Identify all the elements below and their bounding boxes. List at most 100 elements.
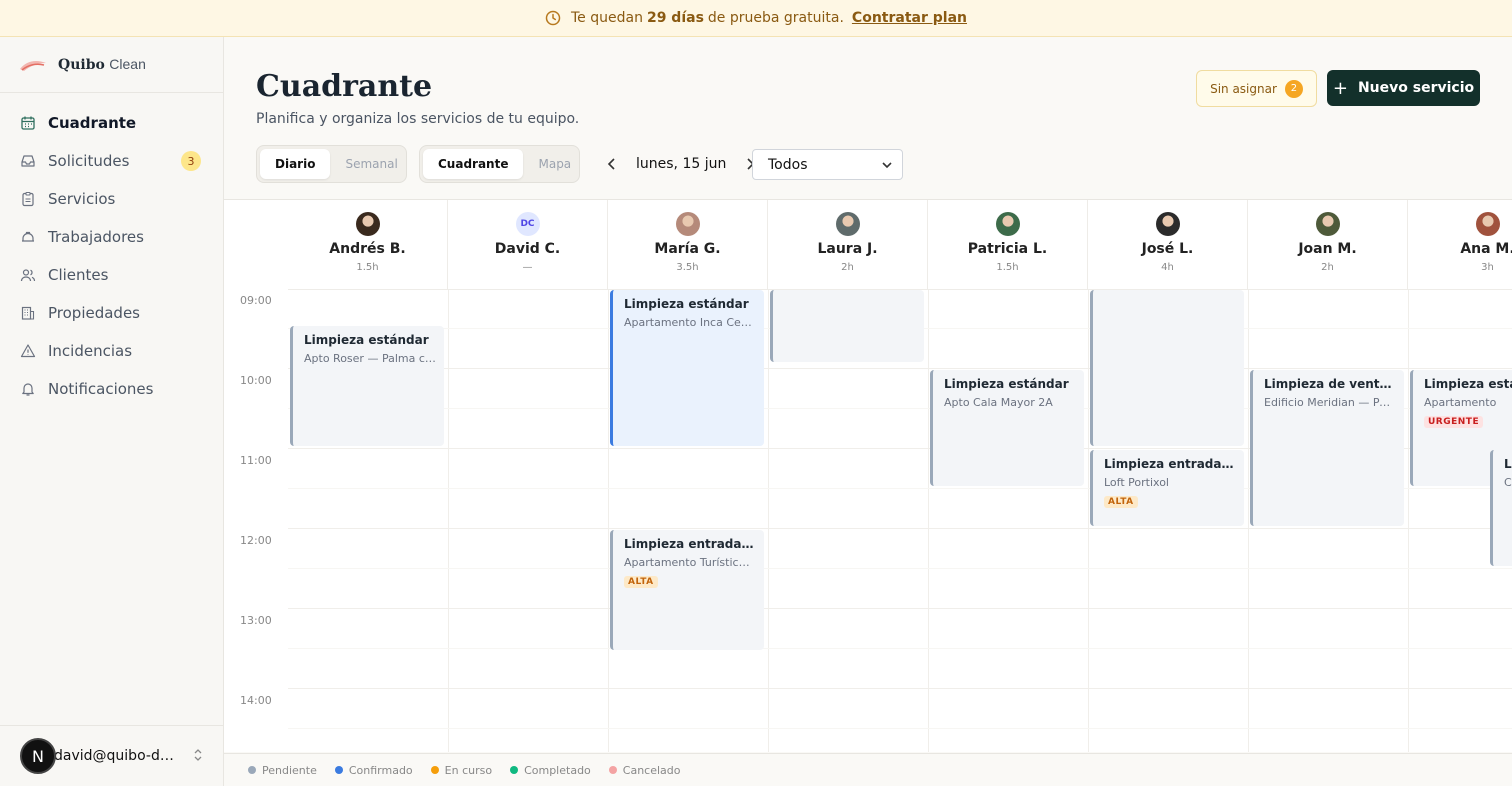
service-event-card[interactable]: Limpieza estándar Apto Roser — Palma cent… [290, 326, 444, 446]
service-event-card[interactable]: Limpieza estándar Apto Cala Mayor 2A [930, 370, 1084, 486]
tab-cuadrante[interactable]: Cuadrante [423, 149, 524, 179]
service-event-card[interactable]: Limpieza estándar Apartamento Inca Centro [610, 290, 764, 446]
building-icon [20, 305, 36, 321]
status-filter-value: Todos [768, 156, 808, 173]
worker-name: José L. [1141, 241, 1194, 257]
sidebar-item-incidencias[interactable]: Incidencias [0, 332, 223, 370]
worker-column-header[interactable]: Laura J. 2h [768, 200, 928, 290]
worker-column-header[interactable]: Ana M. 3h [1408, 200, 1512, 290]
event-title: Limpieza [1504, 457, 1512, 471]
banner-text-post: de prueba gratuita. [707, 10, 844, 26]
worker-column-header[interactable]: Andrés B. 1.5h [288, 200, 448, 290]
sidebar-item-solicitudes[interactable]: Solicitudes 3 [0, 142, 223, 180]
avatar [835, 212, 860, 236]
service-event-card[interactable]: Limpieza entrada/salida Apartamento Turís… [610, 530, 764, 650]
schedule-grid: Andrés B. 1.5h DC David C. — María G. 3.5h Laur… [224, 199, 1512, 752]
new-service-button[interactable]: + Nuevo servicio [1327, 70, 1480, 106]
chevron-left-icon[interactable] [600, 152, 624, 176]
event-location: Loft Portixol [1104, 476, 1169, 489]
legend-label: Pendiente [262, 763, 317, 777]
event-title: Limpieza entrada/salida [624, 537, 756, 551]
page-subtitle: Planifica y organiza los servicios de tu… [256, 111, 580, 127]
trial-banner: Te quedan 29 días de prueba gratuita. Co… [0, 0, 1512, 37]
event-location: Apartamento Inca Centro [624, 316, 756, 329]
hardhat-icon [20, 229, 36, 245]
unassigned-button[interactable]: Sin asignar 2 [1196, 70, 1317, 107]
event-title: Limpieza de ventanas [1264, 377, 1396, 391]
avatar [1475, 212, 1500, 236]
avatar [1155, 212, 1180, 236]
user-menu[interactable]: N david@quibo-demo [0, 725, 223, 786]
worker-name: David C. [494, 241, 561, 257]
unassigned-label: Sin asignar [1210, 81, 1277, 96]
avatar [355, 212, 380, 236]
status-filter-select[interactable]: Todos [752, 149, 903, 180]
legend-item: En curso [430, 763, 493, 777]
worker-column-header[interactable]: DC David C. — [448, 200, 608, 290]
status-dot-icon [430, 766, 439, 774]
user-email: david@quibo-demo [54, 748, 179, 764]
status-legend: Pendiente Confirmado En curso Completado Can… [224, 753, 1512, 786]
worker-name: Joan M. [1298, 241, 1357, 257]
sidebar-item-trabajadores[interactable]: Trabajadores [0, 218, 223, 256]
hour-label: 11:00 [240, 454, 272, 467]
sidebar-item-label: Trabajadores [48, 228, 144, 246]
worker-hours: 2h [841, 262, 854, 273]
chevron-updown-icon[interactable] [193, 748, 203, 764]
legend-item: Cancelado [608, 764, 681, 777]
service-event-card[interactable]: Limpieza entrada/salida Loft Portixol ALTA [1090, 450, 1244, 526]
worker-hours: 1.5h [356, 262, 379, 273]
hour-label: 09:00 [240, 294, 272, 307]
sidebar-item-label: Notificaciones [48, 380, 154, 398]
event-location: Edificio Meridian — Portals [1264, 396, 1396, 409]
banner-days: 29 días [646, 10, 704, 26]
worker-name: Andrés B. [329, 241, 406, 257]
sidebar-item-notificaciones[interactable]: Notificaciones [0, 370, 223, 408]
hour-gridline [288, 528, 1512, 529]
worker-column-header[interactable]: Patricia L. 1.5h [928, 200, 1088, 290]
chevron-down-icon [882, 162, 892, 169]
worker-column-header[interactable]: Joan M. 2h [1248, 200, 1408, 290]
sidebar-item-servicios[interactable]: Servicios [0, 180, 223, 218]
status-dot-icon [510, 766, 519, 774]
upgrade-plan-link[interactable]: Contratar plan [852, 10, 967, 26]
worker-column-header[interactable]: María G. 3.5h [608, 200, 768, 290]
event-title: Limpieza estándar [1424, 377, 1512, 391]
clipboard-icon [20, 191, 36, 207]
sidebar-item-cuadrante[interactable]: Cuadrante [0, 104, 223, 142]
worker-hours: 2h [1321, 262, 1334, 273]
service-event-card[interactable]: Limpieza Casa [1490, 450, 1512, 566]
legend-label: Completado [524, 763, 591, 777]
service-event-card[interactable] [1090, 290, 1244, 446]
tab-diario[interactable]: Diario [260, 149, 331, 179]
avatar: DC [515, 212, 540, 236]
tab-mapa[interactable]: Mapa [523, 149, 586, 179]
service-event-card[interactable]: Limpieza de ventanas Edificio Meridian — … [1250, 370, 1404, 526]
alert-triangle-icon [20, 343, 36, 359]
hour-label: 12:00 [240, 534, 272, 547]
sidebar: Quibo Clean Cuadrante Solicitudes 3 Serv… [0, 37, 224, 786]
users-icon [20, 267, 36, 283]
sidebar-item-clientes[interactable]: Clientes [0, 256, 223, 294]
sidebar-item-label: Servicios [48, 190, 116, 208]
sidebar-item-propiedades[interactable]: Propiedades [0, 294, 223, 332]
half-hour-gridline [288, 648, 1512, 649]
brand-logo[interactable]: Quibo Clean [0, 37, 223, 93]
event-title: Limpieza entrada/salida [1104, 457, 1236, 471]
event-location: Apartamento Turístico Llevant [624, 556, 756, 569]
legend-label: En curso [444, 763, 493, 777]
event-location: Apto Cala Mayor 2A [944, 396, 1053, 409]
tab-semanal[interactable]: Semanal [330, 149, 412, 179]
worker-hours: 3h [1481, 262, 1494, 273]
hour-gridline [288, 368, 1512, 369]
half-hour-gridline [288, 568, 1512, 569]
event-title: Limpieza estándar [304, 333, 429, 347]
status-dot-icon [248, 766, 256, 774]
worker-column-header[interactable]: José L. 4h [1088, 200, 1248, 290]
worker-name: Laura J. [817, 241, 878, 257]
main-content: Cuadrante Planifica y organiza los servi… [224, 37, 1512, 786]
service-event-card[interactable] [770, 290, 924, 362]
worker-hours: 1.5h [996, 262, 1019, 273]
column-divider [448, 290, 449, 752]
avatar[interactable]: N [20, 738, 56, 774]
